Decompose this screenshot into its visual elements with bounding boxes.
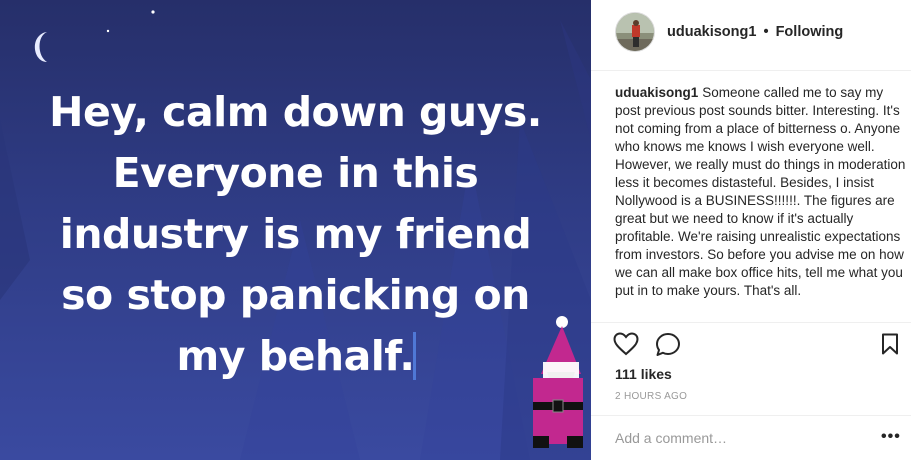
quote-line: Everyone in this bbox=[112, 149, 479, 197]
text-cursor bbox=[413, 332, 416, 380]
save-button[interactable] bbox=[881, 333, 899, 360]
more-options-button[interactable]: ••• bbox=[881, 428, 901, 446]
comment-bubble-icon bbox=[656, 333, 680, 356]
quote-line: my behalf. bbox=[176, 332, 415, 380]
caption-username-link[interactable]: uduakisong1 bbox=[615, 85, 698, 100]
comment-button[interactable] bbox=[655, 332, 681, 363]
bookmark-icon bbox=[882, 333, 898, 355]
comment-divider bbox=[591, 415, 911, 416]
like-button[interactable] bbox=[613, 332, 639, 361]
post-timestamp[interactable]: 2 HOURS AGO bbox=[615, 391, 687, 402]
avatar[interactable] bbox=[615, 12, 655, 52]
header-user-info: uduakisong1 • Following bbox=[667, 24, 843, 40]
post-header: uduakisong1 • Following bbox=[591, 0, 922, 66]
moon-icon bbox=[34, 32, 47, 62]
post-side-panel: uduakisong1 • Following uduakisong1 Someo… bbox=[591, 0, 922, 460]
star bbox=[106, 29, 110, 33]
username-link[interactable]: uduakisong1 bbox=[667, 24, 756, 40]
add-comment-input[interactable] bbox=[615, 427, 865, 449]
header-divider bbox=[591, 70, 911, 71]
heart-icon bbox=[613, 332, 639, 356]
post-image[interactable]: Hey, calm down guys. Everyone in this in… bbox=[0, 0, 591, 460]
quote-line: so stop panicking on bbox=[61, 271, 530, 319]
following-button[interactable]: Following bbox=[776, 24, 844, 40]
post-caption: uduakisong1 Someone called me to say my p… bbox=[615, 84, 907, 300]
separator-dot: • bbox=[763, 24, 769, 40]
actions-divider bbox=[591, 322, 911, 323]
quote-line: industry is my friend bbox=[59, 210, 532, 258]
caption-text: Someone called me to say my post previou… bbox=[615, 85, 906, 298]
post-quote-text: Hey, calm down guys. Everyone in this in… bbox=[18, 82, 573, 387]
likes-count[interactable]: 111 likes bbox=[615, 366, 672, 382]
star bbox=[151, 10, 155, 14]
quote-line: Hey, calm down guys. bbox=[49, 88, 542, 136]
gnome-illustration bbox=[533, 316, 583, 448]
